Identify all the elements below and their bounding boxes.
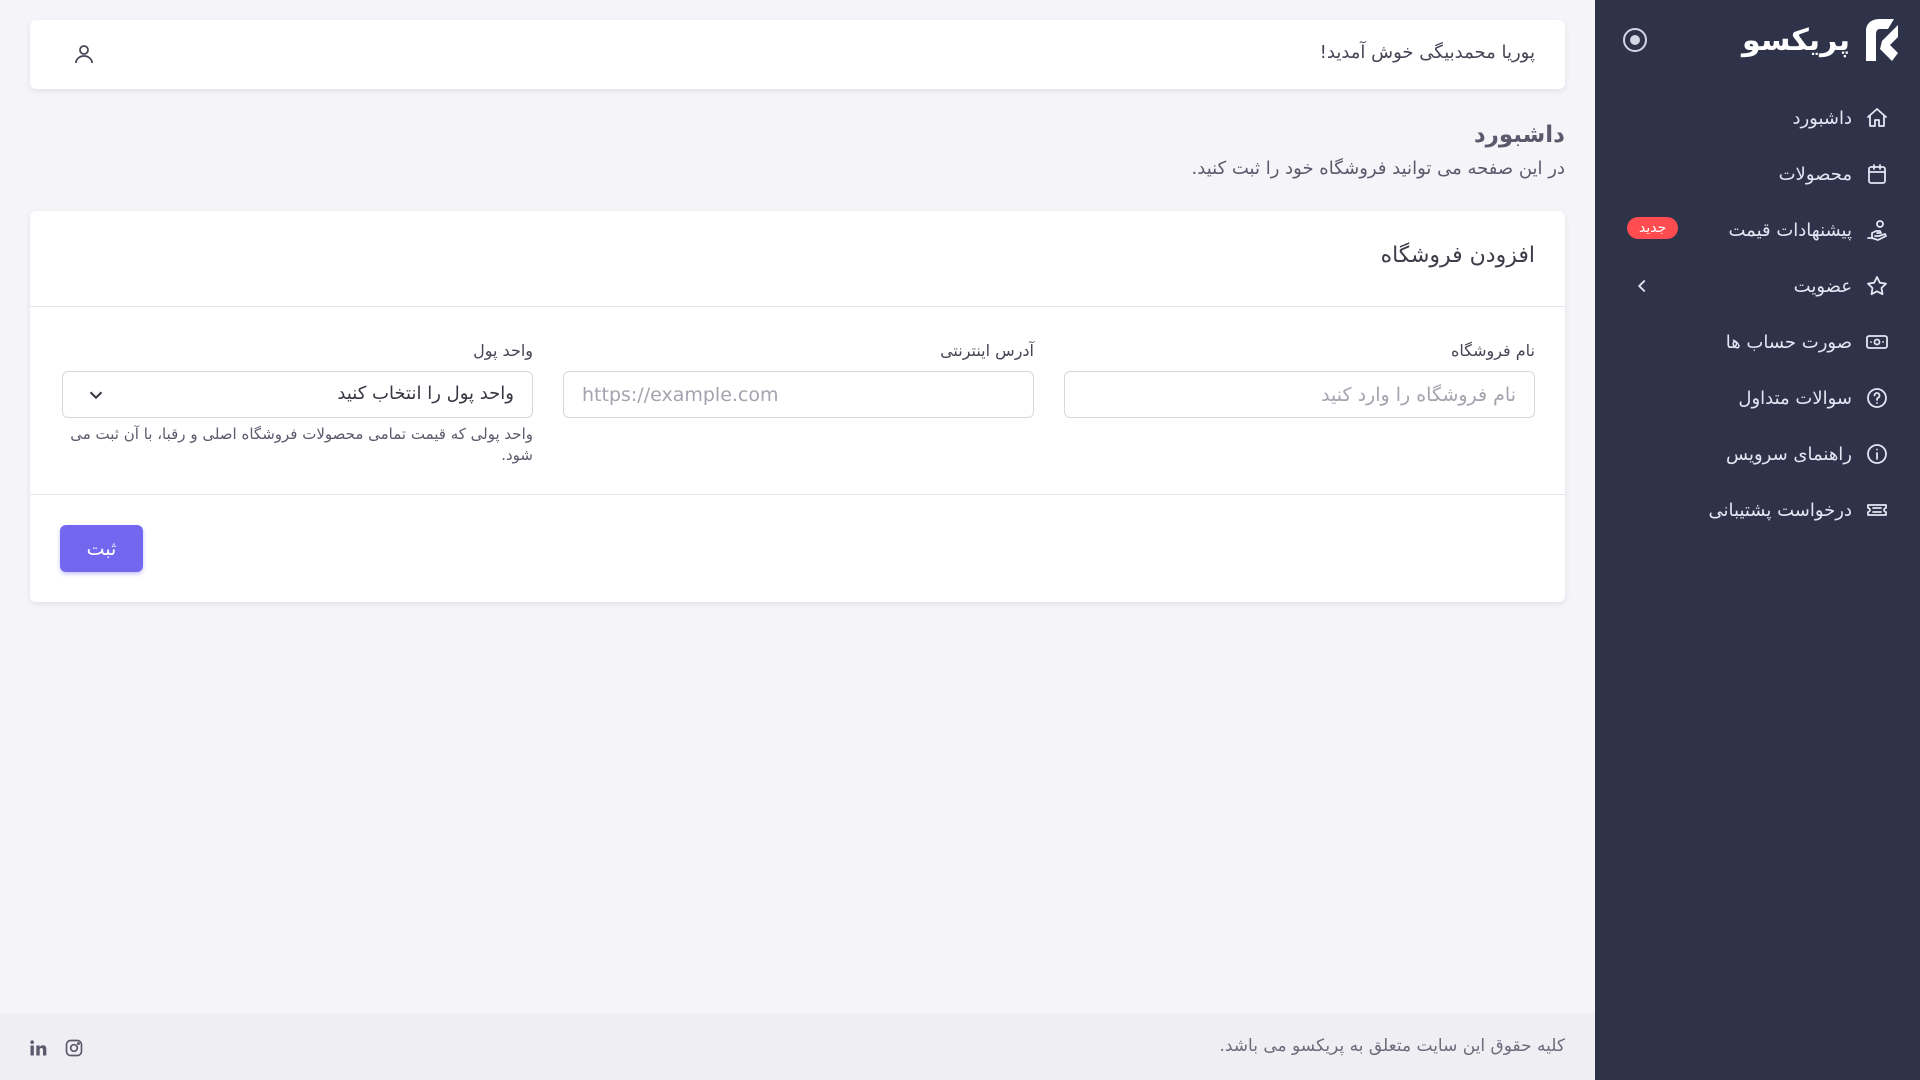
star-icon (1864, 273, 1890, 299)
page-subtitle: در این صفحه می توانید فروشگاه خود را ثبت… (1191, 158, 1565, 179)
info-circle-icon (1864, 441, 1890, 467)
sidebar-item-products[interactable]: محصولات (1595, 146, 1920, 202)
page-footer: کلیه حقوق این سایت متعلق به پریکسو می با… (0, 1014, 1595, 1080)
currency-help-text: واحد پولی که قیمت تمامی محصولات فروشگاه … (70, 425, 533, 464)
sidebar-item-label: محصولات (1778, 163, 1852, 185)
chevron-left-icon (1631, 275, 1653, 297)
sidebar-header: پریکسو (1613, 14, 1902, 66)
currency-field-group: واحد پول واحد پول را انتخاب کنید واحد پو… (62, 341, 533, 466)
page-title: داشبورد (1473, 122, 1565, 148)
top-navbar: پوریا محمدبیگی خوش آمدید! (30, 20, 1565, 89)
sidebar-item-service-guide[interactable]: راهنمای سرویس (1595, 426, 1920, 482)
sidebar-nav: داشبورد محصولات پیشنهادات قیمت جدید عضوی… (1595, 90, 1920, 538)
chevron-down-icon (85, 384, 107, 406)
home-icon (1864, 105, 1890, 131)
sidebar-item-label: درخواست پشتیبانی (1708, 499, 1852, 521)
banknote-icon (1864, 329, 1890, 355)
sidebar-item-label: راهنمای سرویس (1726, 443, 1852, 465)
card-title: افزودن فروشگاه (1380, 243, 1535, 268)
help-circle-icon (1864, 385, 1890, 411)
user-icon[interactable] (72, 42, 96, 66)
store-name-label: نام فروشگاه (1450, 341, 1535, 360)
main-content: پوریا محمدبیگی خوش آمدید! داشبورد در این… (0, 0, 1595, 1080)
currency-select-value: واحد پول را انتخاب کنید (337, 383, 514, 404)
sidebar-item-membership[interactable]: عضویت (1595, 258, 1920, 314)
instagram-icon[interactable] (64, 1038, 84, 1058)
linkedin-icon[interactable] (28, 1038, 48, 1058)
currency-label: واحد پول (473, 341, 533, 360)
sidebar: پریکسو داشبورد محصولات پیشنهادات قیمت جد… (1595, 0, 1920, 1080)
new-badge: جدید (1627, 217, 1679, 239)
sidebar-item-label: صورت حساب ها (1725, 331, 1852, 353)
brand-logo[interactable]: پریکسو (1742, 14, 1902, 66)
submit-button[interactable]: ثبت (60, 525, 143, 572)
sidebar-item-support-request[interactable]: درخواست پشتیبانی (1595, 482, 1920, 538)
sidebar-item-price-offers[interactable]: پیشنهادات قیمت جدید (1595, 202, 1920, 258)
website-input[interactable] (563, 371, 1034, 418)
sidebar-item-dashboard[interactable]: داشبورد (1595, 90, 1920, 146)
sidebar-item-label: عضویت (1793, 275, 1852, 297)
currency-select[interactable]: واحد پول را انتخاب کنید (62, 371, 533, 418)
social-links (28, 1038, 84, 1058)
sidebar-item-label: سوالات متداول (1738, 387, 1852, 409)
sidebar-item-faq[interactable]: سوالات متداول (1595, 370, 1920, 426)
sidebar-toggle-icon[interactable] (1623, 28, 1647, 52)
copyright-text: کلیه حقوق این سایت متعلق به پریکسو می با… (1219, 1036, 1565, 1056)
brand-logo-icon (1858, 17, 1902, 63)
store-name-input[interactable] (1064, 371, 1535, 418)
store-name-field-group: نام فروشگاه (1064, 341, 1535, 418)
calendar-box-icon (1864, 161, 1890, 187)
sidebar-item-label: پیشنهادات قیمت (1728, 219, 1852, 241)
add-store-card: افزودن فروشگاه نام فروشگاه آدرس اینترنتی… (30, 211, 1565, 602)
welcome-message: پوریا محمدبیگی خوش آمدید! (1319, 42, 1535, 63)
ticket-icon (1864, 497, 1890, 523)
sidebar-item-invoices[interactable]: صورت حساب ها (1595, 314, 1920, 370)
card-body: نام فروشگاه آدرس اینترنتی واحد پول واحد … (30, 307, 1565, 495)
card-header: افزودن فروشگاه (30, 211, 1565, 307)
website-label: آدرس اینترنتی (940, 341, 1034, 360)
sidebar-item-label: داشبورد (1792, 107, 1852, 129)
hand-offer-icon (1864, 217, 1890, 243)
brand-name: پریکسو (1742, 22, 1850, 58)
website-field-group: آدرس اینترنتی (563, 341, 1034, 418)
card-footer: ثبت (30, 495, 1565, 601)
